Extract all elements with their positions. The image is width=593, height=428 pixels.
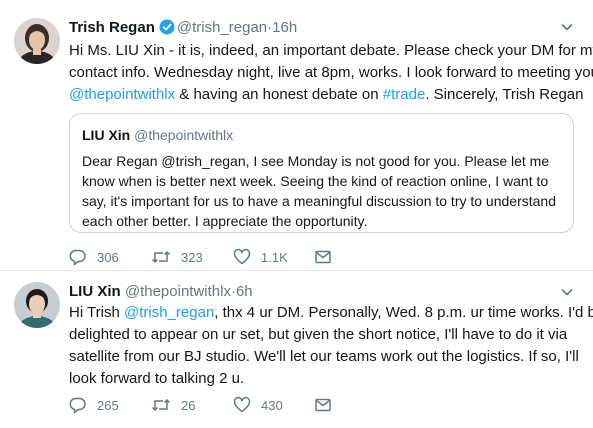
text-segment: contact info. Wednesday night, live at 8… <box>69 64 593 81</box>
direct-message-button[interactable] <box>314 247 332 267</box>
tweet-text: Hi Ms. LIU Xin - it is, indeed, an impor… <box>69 40 593 106</box>
reply-button[interactable]: 306 <box>69 247 119 267</box>
text-segment: & having an honest debate on <box>175 86 383 103</box>
text-segment: look forward to talking 2 u. <box>69 370 245 387</box>
tweet-timestamp[interactable]: ·16h <box>267 19 297 36</box>
reply-icon <box>69 248 87 266</box>
reply-count: 306 <box>97 249 119 265</box>
tweet-header: LIU Xin @thepointwithlx·6h <box>69 282 253 302</box>
verified-badge-icon <box>159 19 175 41</box>
text-segment: Hi Ms. LIU Xin - it is, indeed, an impor… <box>69 42 593 59</box>
tweet-actions: 265 26 430 <box>69 395 569 415</box>
chevron-down-icon[interactable] <box>560 20 574 39</box>
tweet-header: Trish Regan @trish_regan·16h <box>69 18 297 41</box>
mention-link[interactable]: @trish_regan <box>124 304 214 321</box>
text-segment: . Sincerely, Trish Regan <box>425 86 584 103</box>
retweet-count: 323 <box>181 249 203 265</box>
retweet-icon <box>151 396 171 414</box>
quote-header: LIU Xin @thepointwithlx <box>82 126 233 144</box>
text-segment: Hi Trish <box>69 304 125 321</box>
tweet-trish-regan[interactable]: Trish Regan @trish_regan·16h Hi Ms. LIU X… <box>0 0 593 270</box>
tweet-liu-xin[interactable]: LIU Xin @thepointwithlx·6h Hi Trish @tri… <box>0 271 593 428</box>
heart-icon <box>233 248 251 266</box>
tweet-line: look forward to talking 2 u. <box>69 368 593 390</box>
text-segment: , thx 4 ur DM. Personally, Wed. 8 p.m. u… <box>214 304 593 321</box>
retweet-count: 26 <box>181 397 196 413</box>
tweet-line: delighted to appear on ur set, but given… <box>69 324 593 346</box>
tweet-line: satellite from our BJ studio. We'll let … <box>69 346 593 368</box>
like-button[interactable]: 1.1K <box>233 247 288 267</box>
like-count: 430 <box>261 397 283 413</box>
avatar-image <box>14 18 60 64</box>
quoted-tweet[interactable]: LIU Xin @thepointwithlx Dear Regan @tris… <box>69 113 574 233</box>
reply-count: 265 <box>97 397 119 413</box>
tweet-line: @thepointwithlx & having an honest debat… <box>69 84 593 106</box>
tweet-line: Hi Trish @trish_regan, thx 4 ur DM. Pers… <box>69 302 593 324</box>
quote-author-handle: @thepointwithlx <box>134 127 234 143</box>
quote-author-name: LIU Xin <box>82 127 131 143</box>
reply-icon <box>69 396 87 414</box>
quote-line: know when is better next week. Seeing th… <box>82 173 549 189</box>
envelope-icon <box>314 248 332 266</box>
tweet-line: contact info. Wednesday night, live at 8… <box>69 62 593 84</box>
like-count: 1.1K <box>261 249 288 265</box>
retweet-icon <box>151 248 171 266</box>
tweet-timestamp[interactable]: ·6h <box>231 283 253 300</box>
envelope-icon <box>314 396 332 414</box>
text-segment: satellite from our BJ studio. We'll let … <box>69 348 579 365</box>
reply-button[interactable]: 265 <box>69 395 119 415</box>
tweet-actions: 306 323 1.1K <box>69 247 569 267</box>
hashtag-link[interactable]: #trade <box>383 86 426 103</box>
like-button[interactable]: 430 <box>233 395 283 415</box>
tweet-text: Hi Trish @trish_regan, thx 4 ur DM. Pers… <box>69 302 593 390</box>
avatar-liu-xin[interactable] <box>14 282 60 328</box>
direct-message-button[interactable] <box>314 395 332 415</box>
author-handle[interactable]: @thepointwithlx <box>125 283 231 300</box>
quote-line: Dear Regan @trish_regan, I see Monday is… <box>82 153 550 169</box>
author-handle[interactable]: @trish_regan <box>177 19 267 36</box>
quote-text: Dear Regan @trish_regan, I see Monday is… <box>82 151 556 231</box>
avatar-trish-regan[interactable] <box>14 18 60 64</box>
author-name[interactable]: LIU Xin <box>69 283 121 300</box>
author-name[interactable]: Trish Regan <box>69 19 155 36</box>
quote-line: say, it's important for us to have a mea… <box>82 193 556 209</box>
retweet-button[interactable]: 323 <box>151 247 203 267</box>
avatar-image <box>14 282 60 328</box>
heart-icon <box>233 396 251 414</box>
mention-link[interactable]: @thepointwithlx <box>69 86 175 103</box>
text-segment: delighted to appear on ur set, but given… <box>69 326 568 343</box>
tweet-line: Hi Ms. LIU Xin - it is, indeed, an impor… <box>69 40 593 62</box>
quote-line: each other better. I appreciate the oppo… <box>82 213 368 229</box>
retweet-button[interactable]: 26 <box>151 395 195 415</box>
